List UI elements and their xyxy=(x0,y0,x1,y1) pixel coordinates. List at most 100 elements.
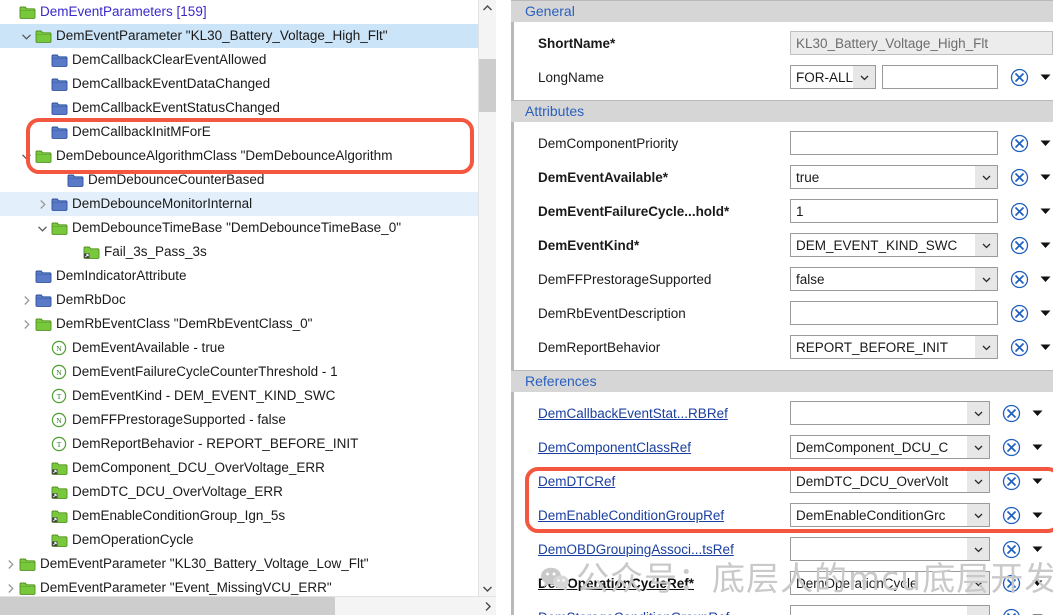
chevron-down-icon[interactable] xyxy=(967,606,989,615)
chevron-down-icon[interactable] xyxy=(18,24,34,48)
chevron-down-icon[interactable] xyxy=(967,572,989,594)
wrench-tool-icon[interactable] xyxy=(1008,200,1030,222)
wrench-tool-icon[interactable] xyxy=(1008,132,1030,154)
chevron-down-icon[interactable] xyxy=(975,336,997,358)
reference-combo[interactable] xyxy=(790,401,990,425)
attribute-combo[interactable]: DEM_EVENT_KIND_SWC xyxy=(790,233,998,257)
row-menu-caret-icon[interactable] xyxy=(1037,135,1053,151)
reference-combo[interactable]: DemDTC_DCU_OverVolt xyxy=(790,469,990,493)
row-menu-caret-icon[interactable] xyxy=(1029,541,1045,557)
tree-horizontal-scrollbar[interactable] xyxy=(0,596,496,615)
tree-horizontal-scroll-thumb[interactable] xyxy=(0,597,335,615)
row-menu-caret-icon[interactable] xyxy=(1037,169,1053,185)
chevron-down-icon[interactable] xyxy=(975,268,997,290)
reference-combo[interactable] xyxy=(790,537,990,561)
row-menu-caret-icon[interactable] xyxy=(1037,69,1053,85)
row-menu-caret-icon[interactable] xyxy=(1029,473,1045,489)
tree-item[interactable]: T DemReportBehavior - REPORT_BEFORE_INIT xyxy=(0,432,478,456)
shortname-input[interactable]: KL30_Battery_Voltage_High_Flt xyxy=(790,31,1053,55)
row-menu-caret-icon[interactable] xyxy=(1037,271,1053,287)
tree-item[interactable]: DemEventParameter "KL30_Battery_Voltage_… xyxy=(0,552,478,576)
tree-item[interactable]: DemDTC_DCU_OverVoltage_ERR xyxy=(0,480,478,504)
row-menu-caret-icon[interactable] xyxy=(1029,439,1045,455)
tree-item[interactable]: DemCallbackEventDataChanged xyxy=(0,72,478,96)
wrench-tool-icon[interactable] xyxy=(1000,436,1022,458)
tree-item[interactable]: DemDebounceAlgorithmClass "DemDebounceAl… xyxy=(0,144,478,168)
tree-item[interactable]: N DemEventAvailable - true xyxy=(0,336,478,360)
attribute-combo[interactable]: false xyxy=(790,267,998,291)
tree-item[interactable]: DemRbEventClass "DemRbEventClass_0" xyxy=(0,312,478,336)
scroll-right-arrow-icon[interactable] xyxy=(478,597,496,615)
longname-scope-combo[interactable]: FOR-ALL xyxy=(790,65,877,89)
attribute-input[interactable] xyxy=(790,301,998,325)
chevron-down-icon[interactable] xyxy=(34,216,50,240)
attribute-combo[interactable]: true xyxy=(790,165,998,189)
chevron-down-icon[interactable] xyxy=(967,402,989,424)
tree-item[interactable]: DemCallbackClearEventAllowed xyxy=(0,48,478,72)
wrench-tool-icon[interactable] xyxy=(1008,302,1030,324)
wrench-tool-icon[interactable] xyxy=(1000,504,1022,526)
tree-vertical-scrollbar[interactable] xyxy=(478,0,496,597)
wrench-tool-icon[interactable] xyxy=(1008,166,1030,188)
chevron-right-icon[interactable] xyxy=(18,288,34,312)
tree-item[interactable]: DemEventParameter "KL30_Battery_Voltage_… xyxy=(0,24,478,48)
tree-item[interactable]: DemEventParameters [159] xyxy=(0,0,478,24)
tree-item[interactable]: DemDebounceCounterBased xyxy=(0,168,478,192)
wrench-tool-icon[interactable] xyxy=(1000,572,1022,594)
attribute-input[interactable] xyxy=(790,131,998,155)
chevron-down-icon[interactable] xyxy=(967,470,989,492)
reference-link[interactable]: DemComponentClassRef xyxy=(538,440,790,455)
chevron-down-icon[interactable] xyxy=(967,504,989,526)
chevron-down-icon[interactable] xyxy=(975,234,997,256)
tree-item[interactable]: DemDebounceMonitorInternal xyxy=(0,192,478,216)
chevron-down-icon[interactable] xyxy=(18,144,34,168)
reference-link[interactable]: DemOperationCycleRef* xyxy=(538,576,790,591)
wrench-tool-icon[interactable] xyxy=(1000,470,1022,492)
row-menu-caret-icon[interactable] xyxy=(1037,305,1053,321)
tree-item[interactable]: DemIndicatorAttribute xyxy=(0,264,478,288)
chevron-right-icon[interactable] xyxy=(2,552,18,576)
longname-input[interactable] xyxy=(882,65,998,89)
row-menu-caret-icon[interactable] xyxy=(1029,507,1045,523)
reference-link[interactable]: DemDTCRef xyxy=(538,474,790,489)
chevron-right-icon[interactable] xyxy=(34,192,50,216)
row-menu-caret-icon[interactable] xyxy=(1029,575,1045,591)
row-menu-caret-icon[interactable] xyxy=(1037,339,1053,355)
wrench-tool-icon[interactable] xyxy=(1000,402,1022,424)
reference-combo[interactable]: DemEnableConditionGrc xyxy=(790,503,990,527)
chevron-down-icon[interactable] xyxy=(853,66,876,88)
scroll-up-arrow-icon[interactable] xyxy=(479,0,496,17)
wrench-tool-icon[interactable] xyxy=(1008,336,1030,358)
chevron-down-icon[interactable] xyxy=(967,436,989,458)
wrench-tool-icon[interactable] xyxy=(1000,538,1022,560)
wrench-tool-icon[interactable] xyxy=(1000,606,1022,615)
attribute-combo[interactable]: REPORT_BEFORE_INIT xyxy=(790,335,998,359)
tree-item[interactable]: DemRbDoc xyxy=(0,288,478,312)
row-menu-caret-icon[interactable] xyxy=(1029,609,1045,615)
scroll-down-arrow-icon[interactable] xyxy=(479,580,496,597)
row-menu-caret-icon[interactable] xyxy=(1029,405,1045,421)
tree-item[interactable]: DemOperationCycle xyxy=(0,528,478,552)
tree-item[interactable]: DemCallbackEventStatusChanged xyxy=(0,96,478,120)
row-menu-caret-icon[interactable] xyxy=(1037,237,1053,253)
tree-vertical-scroll-thumb[interactable] xyxy=(479,59,496,112)
wrench-tool-icon[interactable] xyxy=(1008,234,1030,256)
tree-item[interactable]: DemEnableConditionGroup_Ign_5s xyxy=(0,504,478,528)
tree-item[interactable]: DemEventParameter "Event_MissingVCU_ERR" xyxy=(0,576,478,597)
tree-item[interactable]: Fail_3s_Pass_3s xyxy=(0,240,478,264)
chevron-right-icon[interactable] xyxy=(18,312,34,336)
reference-link[interactable]: DemStorageConditionGroupRef xyxy=(538,610,790,615)
wrench-tool-icon[interactable] xyxy=(1008,268,1030,290)
chevron-down-icon[interactable] xyxy=(967,538,989,560)
chevron-down-icon[interactable] xyxy=(975,166,997,188)
wrench-tool-icon[interactable] xyxy=(1008,66,1030,88)
reference-combo[interactable] xyxy=(790,605,990,615)
tree-item[interactable]: DemDebounceTimeBase "DemDebounceTimeBase… xyxy=(0,216,478,240)
model-tree[interactable]: DemEventParameters [159] DemEventParamete… xyxy=(0,0,478,597)
reference-link[interactable]: DemOBDGroupingAssoci...tsRef xyxy=(538,542,790,557)
reference-combo[interactable]: DemOperationCycle xyxy=(790,571,990,595)
pane-splitter[interactable] xyxy=(497,0,511,615)
reference-link[interactable]: DemEnableConditionGroupRef xyxy=(538,508,790,523)
tree-item[interactable]: N DemEventFailureCycleCounterThreshold - … xyxy=(0,360,478,384)
tree-item[interactable]: N DemFFPrestorageSupported - false xyxy=(0,408,478,432)
